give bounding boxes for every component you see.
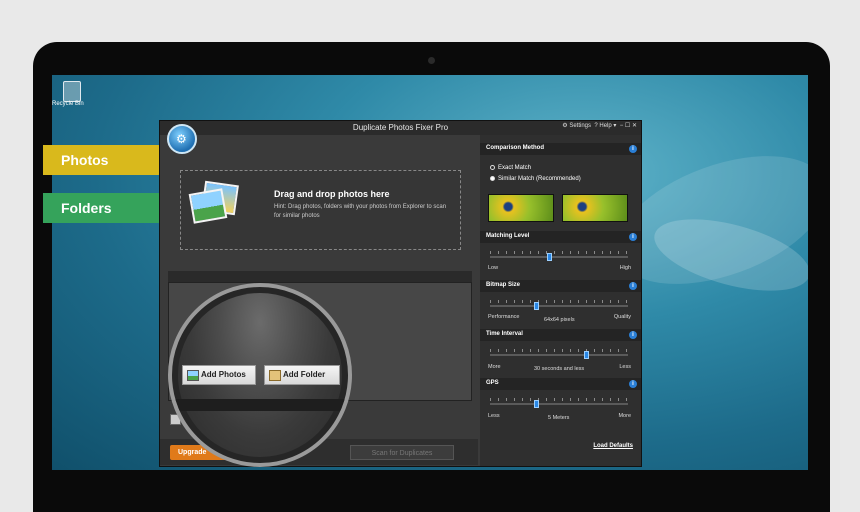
exact-match-preview <box>488 194 554 222</box>
comparison-header: Comparison Method i <box>480 143 641 155</box>
lens-band <box>172 399 348 411</box>
info-icon[interactable]: i <box>629 282 637 290</box>
slider-min-label: Less <box>488 413 500 419</box>
scan-button[interactable]: Scan for Duplicates <box>350 445 454 460</box>
info-icon[interactable]: i <box>629 331 637 339</box>
slider-max-label: Less <box>619 364 631 370</box>
title-bar: Duplicate Photos Fixer Pro ⚙ Settings ? … <box>160 121 641 135</box>
matching-level-slider[interactable] <box>490 256 628 258</box>
slider-handle[interactable] <box>547 253 552 261</box>
slider-value-label: 5 Meters <box>548 415 570 421</box>
slider-ticks <box>490 300 628 303</box>
photo-icon <box>187 370 199 381</box>
slider-min-label: More <box>488 364 501 370</box>
time-header: Time Interval i <box>480 329 641 341</box>
drop-title: Drag and drop photos here <box>274 189 390 199</box>
slider-handle[interactable] <box>584 351 589 359</box>
bitmap-size-slider[interactable] <box>490 305 628 307</box>
photos-tab: Photos <box>43 145 173 175</box>
slider-max-label: More <box>618 413 631 419</box>
slider-value-label: 64x64 pixels <box>544 317 575 323</box>
slider-value-label: 30 seconds and less <box>534 366 585 372</box>
time-interval-slider[interactable] <box>490 354 628 356</box>
info-icon[interactable]: i <box>629 380 637 388</box>
info-icon[interactable]: i <box>629 233 637 241</box>
gps-slider[interactable] <box>490 403 628 405</box>
webcam <box>428 57 435 64</box>
slider-min-label: Performance <box>488 314 520 320</box>
file-list-header <box>168 271 472 282</box>
magnifier-lens: Add Photos Add Folder <box>168 283 352 467</box>
similar-match-radio[interactable]: Similar Match (Recommended) <box>490 176 581 182</box>
window-controls[interactable]: − ☐ ✕ <box>620 123 637 129</box>
folder-icon <box>269 370 281 381</box>
drop-hint: Hint: Drag photos, folders with your pho… <box>274 204 447 219</box>
similar-match-preview <box>562 194 628 222</box>
bitmap-header: Bitmap Size i <box>480 280 641 292</box>
slider-handle[interactable] <box>534 302 539 310</box>
photos-stack-icon <box>188 180 239 227</box>
load-defaults-link[interactable]: Load Defaults <box>593 443 633 449</box>
app-logo-icon: ⚙ <box>167 124 197 154</box>
slider-handle[interactable] <box>534 400 539 408</box>
settings-panel: Comparison Method i Exact Match Similar … <box>480 135 641 466</box>
add-photos-button[interactable]: Add Photos <box>182 365 256 385</box>
slider-max-label: High <box>619 265 631 271</box>
info-icon[interactable]: i <box>629 145 637 153</box>
slider-ticks <box>490 349 628 352</box>
add-folder-button[interactable]: Add Folder <box>264 365 340 385</box>
recycle-bin-label: Recycle Bin <box>52 101 84 107</box>
slider-ticks <box>490 398 628 401</box>
folders-tab: Folders <box>43 193 173 223</box>
slider-min-label: Low <box>488 265 499 271</box>
drop-zone[interactable]: Drag and drop photos here Hint: Drag pho… <box>180 170 461 250</box>
help-menu[interactable]: ? Help ▾ <box>594 123 616 129</box>
title-bar-controls: ⚙ Settings ? Help ▾ − ☐ ✕ <box>562 122 637 129</box>
gps-header: GPS i <box>480 378 641 390</box>
slider-max-label: Quality <box>613 314 631 320</box>
exact-match-radio[interactable]: Exact Match <box>490 165 531 171</box>
matching-header: Matching Level i <box>480 231 641 243</box>
settings-menu[interactable]: ⚙ Settings <box>562 123 591 129</box>
slider-ticks <box>490 251 628 254</box>
